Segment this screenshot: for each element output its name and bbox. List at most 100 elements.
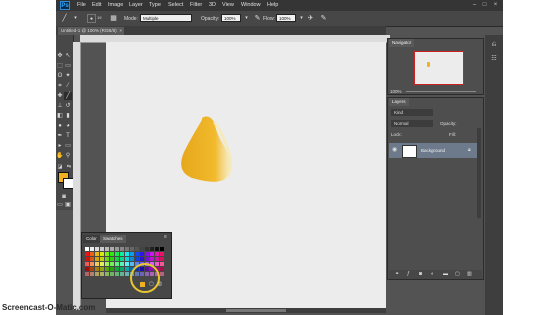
menu-filter[interactable]: Filter bbox=[190, 2, 202, 8]
color-tab[interactable]: Color bbox=[83, 235, 100, 243]
swatch[interactable] bbox=[90, 257, 94, 261]
swatch[interactable] bbox=[150, 247, 154, 251]
menu-3d[interactable]: 3D bbox=[209, 2, 216, 8]
swatch[interactable] bbox=[135, 247, 139, 251]
swatch[interactable] bbox=[110, 247, 114, 251]
history-panel-icon[interactable]: ⎌ bbox=[490, 41, 498, 49]
properties-panel-icon[interactable]: ☷ bbox=[490, 55, 498, 63]
brush-tool-icon[interactable]: ╱ bbox=[64, 92, 72, 100]
swatch[interactable] bbox=[130, 262, 134, 266]
swatch[interactable] bbox=[90, 262, 94, 266]
swatch[interactable] bbox=[110, 252, 114, 256]
swatch[interactable] bbox=[145, 252, 149, 256]
clone-stamp-icon[interactable]: ⊥ bbox=[56, 102, 64, 110]
swatch[interactable] bbox=[145, 257, 149, 261]
swatch[interactable] bbox=[120, 272, 124, 276]
swatch[interactable] bbox=[140, 247, 144, 251]
menu-layer[interactable]: Layer bbox=[129, 2, 143, 8]
close-tab-icon[interactable]: × bbox=[119, 27, 122, 35]
menu-image[interactable]: Image bbox=[108, 2, 123, 8]
swatch[interactable] bbox=[140, 257, 144, 261]
pressure-size-icon[interactable]: ✎ bbox=[319, 14, 328, 23]
swatch[interactable] bbox=[160, 247, 164, 251]
new-layer-icon[interactable]: ▢ bbox=[455, 271, 460, 277]
swatch[interactable] bbox=[125, 272, 129, 276]
brush-preset-picker[interactable]: ● bbox=[87, 14, 96, 23]
swatch[interactable] bbox=[115, 247, 119, 251]
menu-file[interactable]: File bbox=[77, 2, 86, 8]
flow-dropdown-icon[interactable]: ▾ bbox=[297, 14, 306, 23]
swatch[interactable] bbox=[110, 262, 114, 266]
visibility-eye-icon[interactable]: ◉ bbox=[392, 146, 397, 153]
layers-tab[interactable]: Layers bbox=[389, 98, 409, 106]
swatch[interactable] bbox=[125, 252, 129, 256]
type-tool-icon[interactable]: T bbox=[64, 132, 72, 140]
swatch[interactable] bbox=[125, 262, 129, 266]
swatch[interactable] bbox=[100, 267, 104, 271]
flow-input[interactable]: 100% bbox=[276, 14, 296, 22]
close-icon[interactable]: × bbox=[491, 1, 500, 9]
history-brush-icon[interactable]: ↺ bbox=[64, 102, 72, 110]
link-layers-icon[interactable]: ⚭ bbox=[395, 271, 399, 277]
menu-view[interactable]: View bbox=[222, 2, 234, 8]
swatch[interactable] bbox=[115, 267, 119, 271]
shape-tool-icon[interactable]: ▭ bbox=[64, 142, 72, 150]
swatch[interactable] bbox=[155, 252, 159, 256]
gradient-tool-icon[interactable]: ▮ bbox=[64, 112, 72, 120]
zoom-tool-icon[interactable]: ⚲ bbox=[64, 152, 72, 160]
swatch[interactable] bbox=[90, 247, 94, 251]
swatch[interactable] bbox=[90, 252, 94, 256]
swatch[interactable] bbox=[155, 257, 159, 261]
zoom-slider[interactable] bbox=[406, 91, 476, 92]
mode-select[interactable]: Multiple bbox=[140, 14, 192, 22]
swatch[interactable] bbox=[160, 252, 164, 256]
marquee-alt-icon[interactable]: ▭ bbox=[64, 62, 72, 70]
blend-mode-select[interactable]: Normal bbox=[391, 120, 433, 127]
swatch[interactable] bbox=[85, 257, 89, 261]
swatch[interactable] bbox=[105, 267, 109, 271]
trash-icon[interactable]: ▥ bbox=[467, 271, 472, 277]
swatch[interactable] bbox=[125, 267, 129, 271]
screen-mode-icon[interactable]: ▭ bbox=[56, 201, 64, 209]
swatch[interactable] bbox=[135, 252, 139, 256]
artboard-tool-icon[interactable]: ↖ bbox=[64, 52, 72, 60]
swatch[interactable] bbox=[100, 262, 104, 266]
swatch[interactable] bbox=[85, 247, 89, 251]
scrollbar-thumb[interactable] bbox=[226, 309, 286, 312]
swatch[interactable] bbox=[145, 247, 149, 251]
swatch[interactable] bbox=[95, 267, 99, 271]
swatch[interactable] bbox=[160, 262, 164, 266]
swatch[interactable] bbox=[160, 267, 164, 271]
swatch[interactable] bbox=[100, 247, 104, 251]
path-select-icon[interactable]: ▸ bbox=[56, 142, 64, 150]
swatch[interactable] bbox=[95, 252, 99, 256]
layers-scrollbar[interactable] bbox=[477, 128, 481, 218]
fx-icon[interactable]: ƒ bbox=[407, 271, 410, 277]
swatch[interactable] bbox=[85, 272, 89, 276]
menu-window[interactable]: Window bbox=[241, 2, 261, 8]
swatch[interactable] bbox=[105, 247, 109, 251]
crop-tool-icon[interactable]: ⌗ bbox=[56, 82, 64, 90]
layer-row-background[interactable]: ◉ Background 🔒︎ bbox=[389, 143, 478, 158]
navigator-preview[interactable] bbox=[414, 51, 464, 85]
swatch[interactable] bbox=[100, 252, 104, 256]
airbrush-icon[interactable]: ✈ bbox=[306, 14, 315, 23]
swatch[interactable] bbox=[105, 262, 109, 266]
swatch[interactable] bbox=[100, 257, 104, 261]
swatch[interactable] bbox=[85, 262, 89, 266]
swatch[interactable] bbox=[125, 247, 129, 251]
swatch[interactable] bbox=[160, 257, 164, 261]
navigator-tab[interactable]: Navigator bbox=[389, 39, 415, 47]
default-colors-icon[interactable]: ◪ bbox=[56, 163, 64, 171]
mask-icon[interactable]: ◙ bbox=[419, 271, 422, 277]
layer-filter-select[interactable]: Kind bbox=[391, 109, 433, 116]
swatch[interactable] bbox=[140, 252, 144, 256]
swatch[interactable] bbox=[110, 257, 114, 261]
swatch[interactable] bbox=[125, 257, 129, 261]
hand-tool-icon[interactable]: ✋ bbox=[56, 152, 64, 160]
quick-select-icon[interactable]: ✦ bbox=[64, 72, 72, 80]
eraser-tool-icon[interactable]: ◧ bbox=[56, 112, 64, 120]
swatch[interactable] bbox=[120, 267, 124, 271]
brush-panel-icon[interactable]: ▦ bbox=[109, 14, 118, 23]
blur-tool-icon[interactable]: ● bbox=[56, 122, 64, 130]
